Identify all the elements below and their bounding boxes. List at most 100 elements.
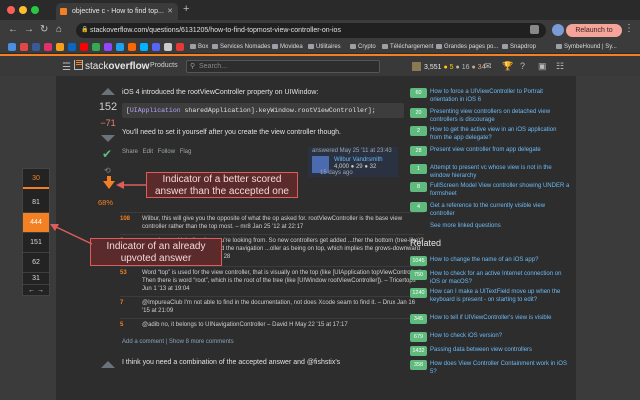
downvote-arrow-icon: [101, 135, 115, 142]
home-icon[interactable]: ⌂: [56, 24, 62, 36]
back-icon[interactable]: ←: [8, 24, 18, 36]
post-menu[interactable]: Share Edit Follow Flag: [122, 149, 191, 155]
overlay-score-cell-upvoted[interactable]: 444: [23, 213, 49, 233]
close-window-icon[interactable]: [7, 6, 15, 14]
browser-menu-icon[interactable]: ⋮: [624, 23, 634, 34]
gold-badge-count: ● 5: [443, 64, 454, 71]
bookmark-favicon-icon[interactable]: [164, 43, 172, 51]
review-icon[interactable]: ▣: [538, 61, 547, 72]
code-block: [UIApplication sharedApplication].keyWin…: [122, 103, 404, 118]
bookmark-favicon-icon[interactable]: [140, 43, 148, 51]
comment-score: 7: [120, 300, 124, 306]
better-answer-arrow-icon[interactable]: [103, 181, 115, 189]
answer-count-badge: 2: [410, 126, 427, 136]
related-question-title: How to check iOS version?: [430, 333, 503, 339]
overlay-score-cell[interactable]: 30: [23, 169, 49, 189]
silver-badge-count: ● 16: [455, 64, 470, 71]
bookmark-favicon-icon[interactable]: [8, 43, 16, 51]
new-tab-button[interactable]: +: [183, 3, 189, 15]
comment-text: Word “top” is used for the view controll…: [142, 270, 424, 292]
bookmark-favicon-icon[interactable]: [176, 43, 184, 51]
address-bar[interactable]: 🔒 stackoverflow.com/questions/6131205/ho…: [76, 23, 546, 38]
comment-score: 5: [120, 322, 124, 328]
answer-count-badge: 1: [410, 164, 427, 174]
overlay-score-cell[interactable]: 31: [23, 273, 49, 285]
tab-bar: objective c - How to find top... ✕ +: [0, 0, 640, 20]
bookmark-favicon-icon[interactable]: [80, 43, 88, 51]
logo-bold: overflow: [108, 61, 150, 72]
tab-active[interactable]: objective c - How to find top... ✕: [56, 3, 178, 20]
site-switcher-icon[interactable]: ☷: [556, 61, 564, 72]
achievements-icon[interactable]: 🏆: [502, 61, 513, 72]
comment: 3...pends on which direction you're look…: [120, 234, 424, 260]
stackoverflow-logo[interactable]: stackoverflow: [74, 60, 149, 72]
bookmark-favicon-icon[interactable]: [56, 43, 64, 51]
minimize-window-icon[interactable]: [19, 6, 27, 14]
vote-count-negative: −71: [100, 118, 116, 128]
see-more-linked-link[interactable]: See more linked questions: [430, 223, 501, 229]
profile-avatar-icon[interactable]: [552, 24, 564, 36]
bookmark-folder[interactable]: Services Nomades: [212, 41, 270, 53]
upvote-percentage: 68%: [98, 198, 114, 207]
bookmark-folder[interactable]: Box: [190, 41, 208, 53]
bookmark-favicon-icon[interactable]: [104, 43, 112, 51]
upvote-button[interactable]: [101, 361, 115, 368]
related-question-title: How to tell if UIViewController's view i…: [430, 315, 552, 321]
reload-icon[interactable]: ↻: [40, 24, 48, 36]
comment-text: @ImpureaClub I'm not able to find in the…: [142, 300, 416, 314]
bookmark-favicon-icon[interactable]: [116, 43, 124, 51]
forward-icon[interactable]: →: [24, 24, 34, 36]
bookmark-favicon-icon[interactable]: [20, 43, 28, 51]
bookmark-folder[interactable]: Téléchargement: [382, 41, 433, 53]
linked-question-title: FullScreen Model View controller showing…: [430, 183, 570, 197]
inbox-icon[interactable]: ✉: [484, 61, 492, 72]
score-overlay-panel: 30 81 444 151 62 31 ← →: [22, 168, 50, 296]
lock-icon: 🔒: [81, 27, 89, 33]
address-row: ← → ↻ ⌂ 🔒 stackoverflow.com/questions/61…: [0, 20, 640, 47]
bookmark-favicon-icon[interactable]: [92, 43, 100, 51]
answer-count-badge: 28: [410, 146, 427, 156]
hamburger-menu-icon[interactable]: ☰: [62, 62, 71, 73]
overlay-score-cell[interactable]: 151: [23, 233, 49, 253]
bookmark-folder[interactable]: Utilitaires: [308, 41, 341, 53]
answer-count-badge: 1432: [410, 346, 427, 356]
products-menu[interactable]: Products: [150, 62, 178, 69]
related-question-title: Passing data between view controllers: [430, 347, 533, 353]
logo-regular: stack: [85, 61, 109, 72]
history-icon[interactable]: ⟲: [104, 166, 111, 175]
add-comment-link[interactable]: Add a comment | Show 8 more comments: [122, 339, 234, 345]
upvote-button[interactable]: [101, 88, 115, 95]
overlay-score-cell[interactable]: 62: [23, 253, 49, 273]
bookmark-favicon-icon[interactable]: [44, 43, 52, 51]
search-input[interactable]: ⚲ Search...: [186, 60, 380, 73]
update-button[interactable]: Relaunch to update: [566, 24, 622, 47]
overlay-score-cell[interactable]: 81: [23, 193, 49, 213]
stack-logo-icon: [74, 60, 83, 70]
url-text: stackoverflow.com/questions/6131205/how-…: [90, 27, 341, 34]
bookmark-folder[interactable]: Snapdrop: [502, 41, 536, 53]
maximize-window-icon[interactable]: [31, 6, 39, 14]
downvote-button[interactable]: [101, 135, 115, 142]
bookmark-favicon-icon[interactable]: [152, 43, 160, 51]
share-icon[interactable]: [530, 25, 539, 34]
help-icon[interactable]: ?: [520, 61, 525, 71]
overlay-nav-arrows-icon[interactable]: ← →: [23, 285, 49, 296]
bookmark-folder[interactable]: Crypto: [350, 41, 376, 53]
bookmark-folder[interactable]: Movidea: [272, 41, 303, 53]
author-name[interactable]: Wilbur Vandrsmith: [334, 157, 383, 163]
bookmark-favicon-icon[interactable]: [32, 43, 40, 51]
code-keyword: UIApplication: [129, 107, 181, 114]
user-reputation[interactable]: 3,551 ● 5 ● 16 ● 34: [412, 62, 485, 71]
answer-count-badge: 8: [410, 182, 427, 192]
bookmark-folder[interactable]: SymbeHound | Sy...: [556, 41, 636, 53]
answer-count-badge: 60: [410, 88, 427, 98]
callout-better-scored: Indicator of a better scored answer than…: [146, 172, 298, 198]
close-tab-icon[interactable]: ✕: [167, 3, 173, 20]
edited-time[interactable]: 15 days ago: [320, 170, 353, 176]
bookmark-favicon-icon[interactable]: [128, 43, 136, 51]
linked-question-title: Attempt to present vc whose view is not …: [430, 165, 552, 179]
bookmark-favicon-icon[interactable]: [68, 43, 76, 51]
stackoverflow-header: ☰ stackoverflow Products ⚲ Search... 3,5…: [0, 54, 640, 76]
next-answer-text: I think you need a combination of the ac…: [122, 359, 341, 366]
bookmark-folder[interactable]: Grandes pages po...: [436, 41, 498, 53]
